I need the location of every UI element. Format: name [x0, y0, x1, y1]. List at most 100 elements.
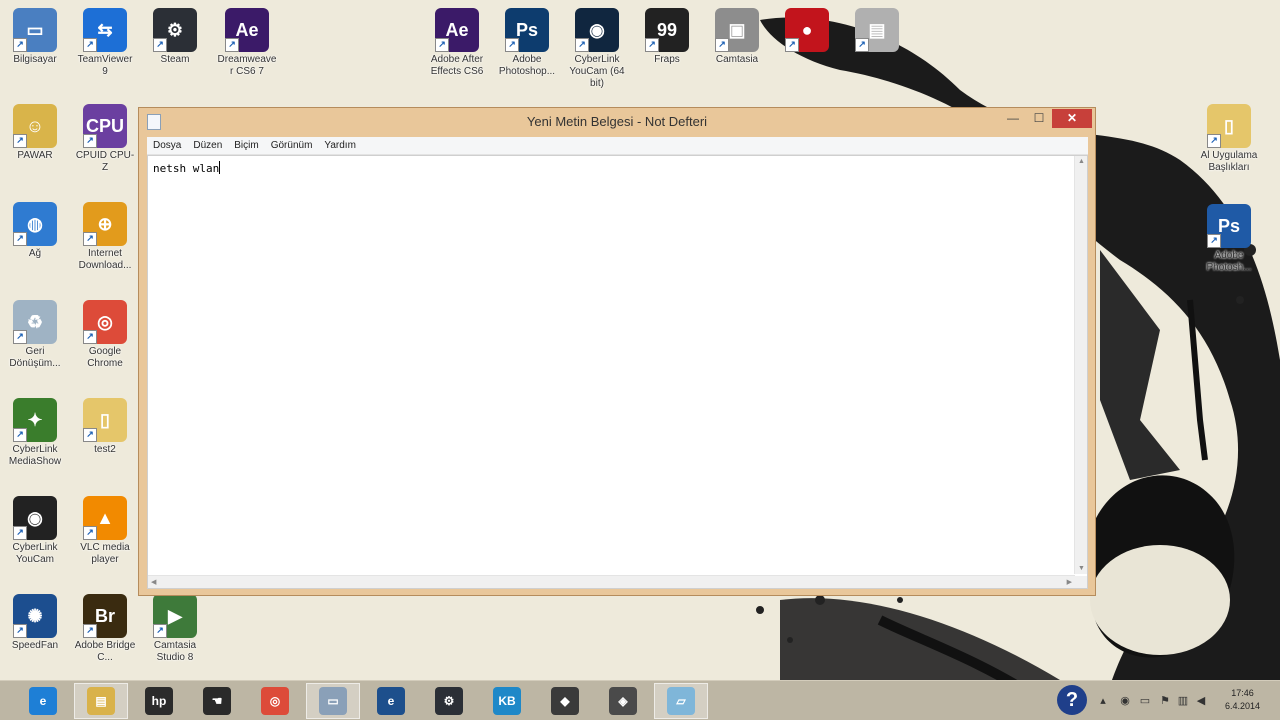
desktop-shortcut[interactable]: ⚙ ↗ Steam	[144, 8, 206, 66]
teamviewer-icon: ⇆ ↗	[83, 8, 127, 52]
shortcut-arrow-icon: ↗	[855, 38, 869, 52]
desktop-shortcut[interactable]: ▣ ↗ Camtasia	[706, 8, 768, 66]
desktop-shortcut[interactable]: ⊕ ↗ Internet Download...	[74, 202, 136, 272]
security-icon: ◈	[609, 687, 637, 715]
menu-view[interactable]: Görünüm	[265, 137, 319, 154]
taskbar-button[interactable]: KB	[480, 683, 534, 719]
taskbar-button[interactable]: hp	[132, 683, 186, 719]
tray-app-icon[interactable]: ◉	[1118, 694, 1132, 708]
shortcut-arrow-icon: ↗	[153, 38, 167, 52]
desktop-shortcut[interactable]: ✦ ↗ CyberLink MediaShow	[4, 398, 66, 468]
taskbar-button[interactable]: ◈	[596, 683, 650, 719]
chrome-icon: ◎	[261, 687, 289, 715]
taskbar-button[interactable]: ▤	[74, 683, 128, 719]
desktop-shortcut-label: test2	[94, 444, 116, 455]
desktop-shortcut[interactable]: ☺ ↗ PAWAR	[4, 104, 66, 162]
title-bar[interactable]: Yeni Metin Belgesi - Not Defteri — ☐ ✕	[139, 108, 1095, 136]
menu-file[interactable]: Dosya	[147, 137, 187, 154]
desktop-shortcut[interactable]: ◍ ↗ Ağ	[4, 202, 66, 260]
tool-icon: ◆	[551, 687, 579, 715]
tray-flag-icon[interactable]: ⚑	[1158, 694, 1172, 708]
shortcut-arrow-icon: ↗	[225, 38, 239, 52]
desktop-shortcut[interactable]: Br ↗ Adobe Bridge C...	[74, 594, 136, 664]
adobe-ae-icon: Ae ↗	[435, 8, 479, 52]
desktop-shortcut-label: Fraps	[654, 54, 680, 65]
desktop-shortcut[interactable]: Ae ↗ Adobe After Effects CS6	[426, 8, 488, 78]
shortcut-arrow-icon: ↗	[505, 38, 519, 52]
menu-format[interactable]: Biçim	[228, 137, 264, 154]
camtasia-studio-icon: ▶ ↗	[153, 594, 197, 638]
taskbar-clock[interactable]: 17:46 6.4.2014	[1225, 687, 1260, 713]
desktop-shortcut[interactable]: Ps ↗ Adobe Photosh...	[1198, 204, 1260, 274]
text-editor[interactable]: netsh wlan ▲ ▼ ◀ ▶	[147, 155, 1088, 589]
steam-icon: ⚙ ↗	[153, 8, 197, 52]
horizontal-scrollbar[interactable]: ◀ ▶	[148, 575, 1075, 588]
window-title: Yeni Metin Belgesi - Not Defteri	[526, 114, 708, 129]
close-button[interactable]: ✕	[1052, 109, 1092, 128]
mediashow-icon: ✦ ↗	[13, 398, 57, 442]
shortcut-arrow-icon: ↗	[83, 526, 97, 540]
tray-monitor-icon[interactable]: ▭	[1138, 694, 1152, 708]
scroll-left-icon[interactable]: ◀	[151, 578, 156, 586]
scroll-up-icon[interactable]: ▲	[1078, 158, 1085, 165]
desktop-shortcut[interactable]: ◎ ↗ Google Chrome	[74, 300, 136, 370]
help-icon[interactable]: ?	[1057, 685, 1087, 715]
desktop-shortcut-label: Adobe Photoshop...	[498, 54, 556, 77]
desktop-shortcut[interactable]: ● ↗	[776, 8, 838, 54]
size-grip[interactable]	[1075, 576, 1087, 588]
desktop-shortcut[interactable]: ♻ ↗ Geri Dönüşüm...	[4, 300, 66, 370]
maximize-button[interactable]: ☐	[1026, 109, 1052, 128]
desktop-shortcut[interactable]: ▲ ↗ VLC media player	[74, 496, 136, 566]
network-icon: ▭	[319, 687, 347, 715]
desktop-shortcut[interactable]: ✺ ↗ SpeedFan	[4, 594, 66, 652]
desktop-shortcut-label: CyberLink YouCam	[12, 542, 58, 565]
taskbar-button[interactable]: ☚	[190, 683, 244, 719]
desktop-shortcut[interactable]: CPU ↗ CPUID CPU-Z	[74, 104, 136, 174]
taskbar-button[interactable]: ◆	[538, 683, 592, 719]
desktop-shortcut-label: Geri Dönüşüm...	[9, 346, 61, 369]
desktop-shortcut[interactable]: ▶ ↗ Camtasia Studio 8	[144, 594, 206, 664]
desktop-shortcut-label: Google Chrome	[87, 346, 123, 369]
shortcut-arrow-icon: ↗	[575, 38, 589, 52]
desktop-shortcut[interactable]: ▭ ↗ Bilgisayar	[4, 8, 66, 66]
desktop-shortcut[interactable]: ▯ ↗ test2	[74, 398, 136, 456]
recycle-bin-icon: ♻ ↗	[13, 300, 57, 344]
taskbar-button[interactable]: ◎	[248, 683, 302, 719]
taskbar-button[interactable]: ⚙	[422, 683, 476, 719]
hp-icon: hp	[145, 687, 173, 715]
computer-icon: ▭ ↗	[13, 8, 57, 52]
desktop-shortcut[interactable]: Ae ↗ Dreamweaver CS6 7	[216, 8, 278, 78]
desktop-shortcut-label: Ağ	[28, 248, 42, 259]
desktop-shortcut[interactable]: 99 ↗ Fraps	[636, 8, 698, 66]
desktop-shortcut-label: Internet Download...	[78, 248, 132, 271]
tray-volume-icon[interactable]: ◀	[1194, 694, 1208, 708]
taskbar-button[interactable]: e	[16, 683, 70, 719]
editor-text[interactable]: netsh wlan	[153, 161, 221, 175]
text-caret	[219, 161, 221, 174]
camera-lens-icon: ◉ ↗	[575, 8, 619, 52]
taskbar-button[interactable]: e	[364, 683, 418, 719]
desktop-shortcut[interactable]: ▯ ↗ Al Uygulama Başlıkları	[1198, 104, 1260, 174]
scroll-down-icon[interactable]: ▼	[1078, 565, 1085, 572]
adobe-br-icon: Br ↗	[83, 594, 127, 638]
minimize-button[interactable]: —	[1000, 109, 1026, 128]
network-icon: ◍ ↗	[13, 202, 57, 246]
shortcut-arrow-icon: ↗	[13, 526, 27, 540]
desktop-shortcut[interactable]: ▤ ↗	[846, 8, 908, 54]
vertical-scrollbar[interactable]: ▲ ▼	[1074, 156, 1087, 574]
taskbar-button[interactable]: ▱	[654, 683, 708, 719]
desktop-shortcut[interactable]: ⇆ ↗ TeamViewer 9	[74, 8, 136, 78]
notepad-window[interactable]: Yeni Metin Belgesi - Not Defteri — ☐ ✕ D…	[138, 107, 1096, 596]
desktop-shortcut[interactable]: Ps ↗ Adobe Photoshop...	[496, 8, 558, 78]
menu-edit[interactable]: Düzen	[187, 137, 228, 154]
menu-help[interactable]: Yardım	[318, 137, 362, 154]
taskbar-button[interactable]: ▭	[306, 683, 360, 719]
tray-network-icon[interactable]: ▥	[1176, 694, 1190, 708]
shortcut-arrow-icon: ↗	[715, 38, 729, 52]
tray-expand-icon[interactable]: ▴	[1096, 694, 1110, 708]
desktop-shortcut[interactable]: ◉ ↗ CyberLink YouCam (64 bit)	[566, 8, 628, 90]
desktop-shortcut[interactable]: ◉ ↗ CyberLink YouCam	[4, 496, 66, 566]
scroll-right-icon[interactable]: ▶	[1067, 578, 1072, 586]
video-converter-icon: ▤ ↗	[855, 8, 899, 52]
shortcut-arrow-icon: ↗	[153, 624, 167, 638]
